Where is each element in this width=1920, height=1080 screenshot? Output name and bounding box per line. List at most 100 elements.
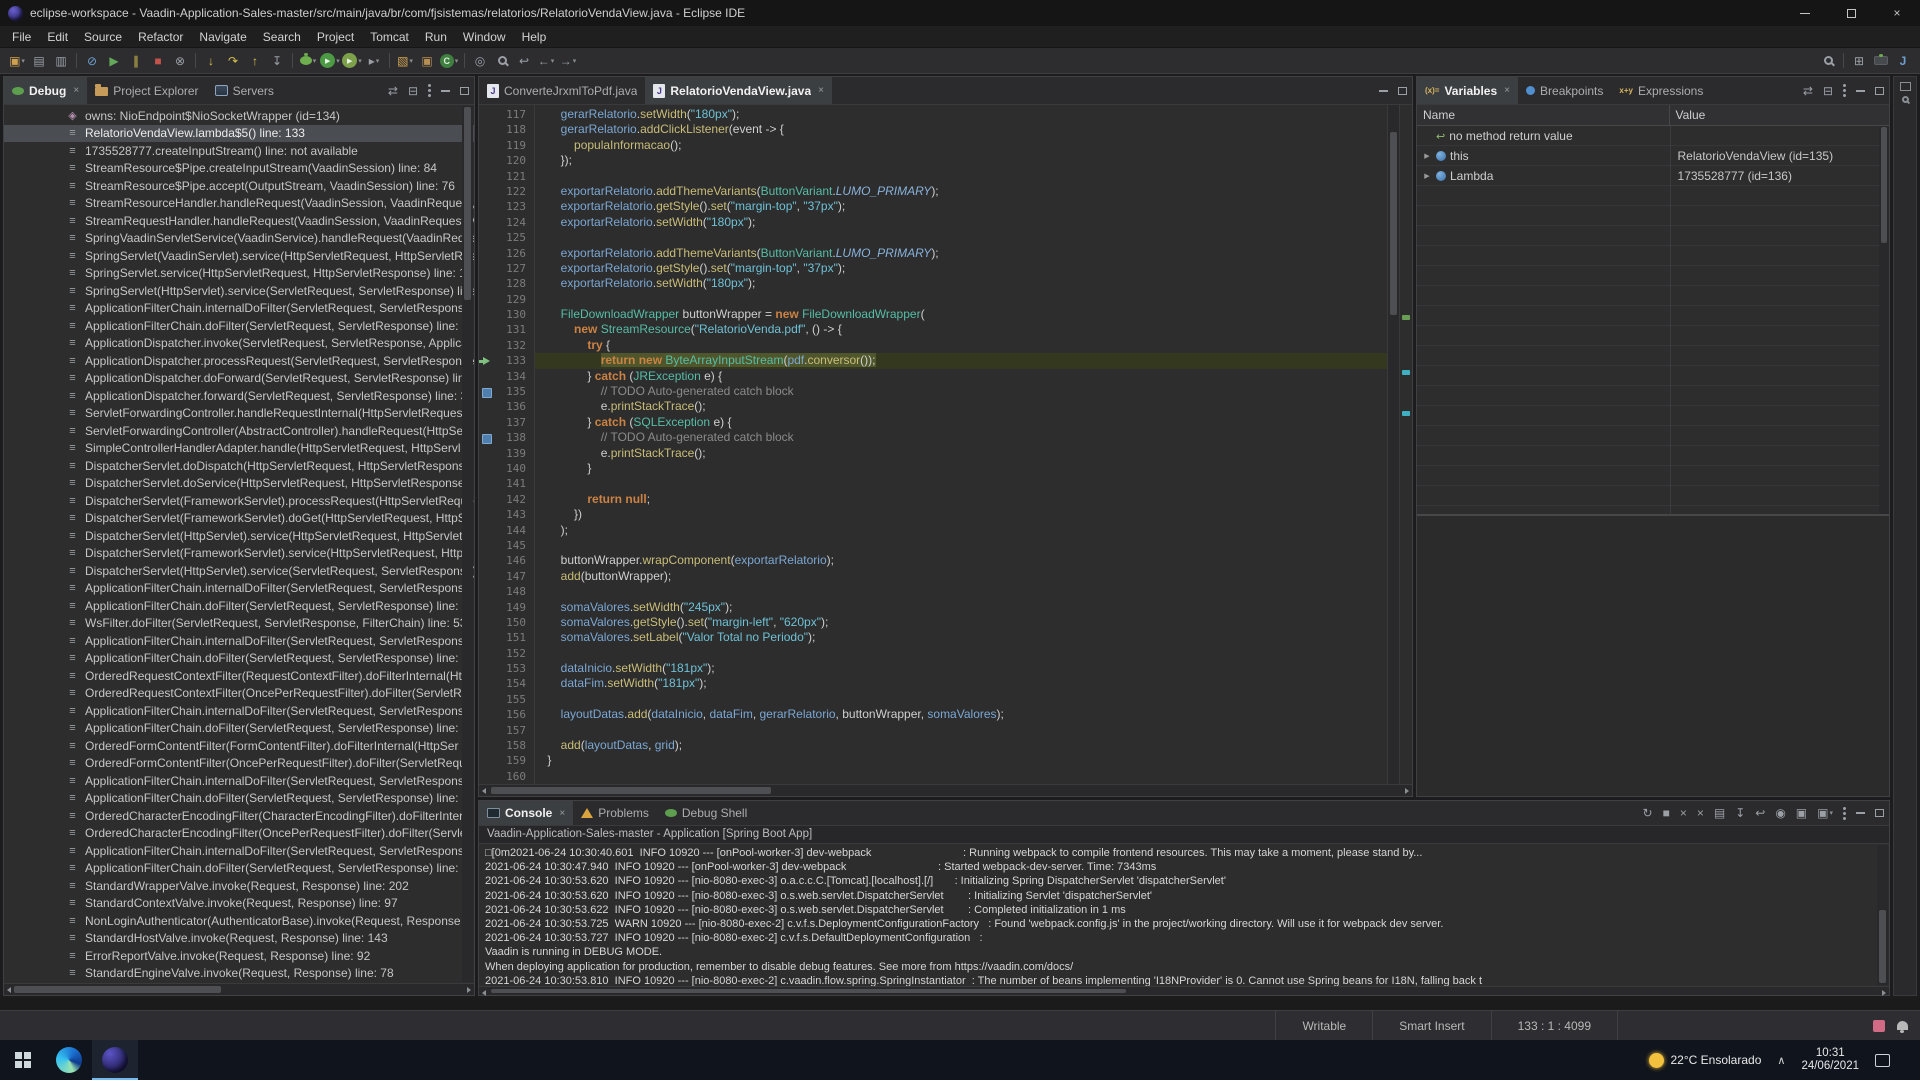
code-line[interactable]: 121	[479, 169, 1387, 184]
toolbar-search-icon[interactable]	[1817, 50, 1839, 72]
line-number[interactable]: 125	[494, 230, 534, 245]
code-line[interactable]: 138 // TODO Auto-generated catch block	[479, 430, 1387, 445]
code-line[interactable]: 125	[479, 230, 1387, 245]
line-number[interactable]: 158	[494, 738, 534, 753]
code-line[interactable]: 143 })	[479, 507, 1387, 522]
line-number[interactable]: 140	[494, 461, 534, 476]
open-console-icon[interactable]: ▣▾	[1817, 806, 1833, 820]
line-number[interactable]: 119	[494, 138, 534, 153]
line-number[interactable]: 121	[494, 169, 534, 184]
toolbar-external-tools-icon[interactable]: ▸▾	[363, 50, 385, 72]
show-logical-structure-icon[interactable]: ⇄	[388, 84, 398, 98]
hidden-icons-chevron[interactable]: ∧	[1777, 1054, 1785, 1067]
debug-panel-vscrollbar[interactable]	[462, 106, 473, 982]
code-line[interactable]: 147 add(buttonWrapper);	[479, 569, 1387, 584]
line-number[interactable]: 153	[494, 661, 534, 676]
tab-servers[interactable]: Servers	[207, 77, 282, 104]
tab-relatoriovendaview-java[interactable]: JRelatorioVendaView.java×	[645, 77, 832, 104]
expander-icon[interactable]: ▶	[1422, 152, 1432, 160]
stack-frame[interactable]: ≡StreamResource$Pipe.accept(OutputStream…	[4, 177, 474, 195]
line-number[interactable]: 152	[494, 646, 534, 661]
notifications-bell-icon[interactable]	[1897, 1021, 1908, 1030]
code-line[interactable]: 120 });	[479, 153, 1387, 168]
collapse-all-icon[interactable]: ⊟	[1823, 84, 1833, 98]
stack-frame[interactable]: ≡StreamResource$Pipe.createInputStream(V…	[4, 160, 474, 178]
progress-indicator-icon[interactable]	[1873, 1020, 1885, 1032]
code-line[interactable]: 124 exportarRelatorio.setWidth("180px");	[479, 215, 1387, 230]
toolbar-new-java-project-icon[interactable]: ▧▾	[394, 50, 416, 72]
stack-frame[interactable]: ≡DispatcherServlet(FrameworkServlet).doG…	[4, 510, 474, 528]
stack-frame[interactable]: ≡ErrorReportValve.invoke(Request, Respon…	[4, 947, 474, 965]
debug-stack-list[interactable]: ◈owns: NioEndpoint$NioSocketWrapper (id=…	[4, 105, 474, 983]
toolbar-coverage-icon[interactable]: ▶▾	[341, 50, 363, 72]
hscrollbar-thumb[interactable]	[491, 787, 771, 794]
variables-tree[interactable]: ↩no method return value▶thisRelatorioVen…	[1417, 126, 1889, 514]
taskbar-eclipse-button[interactable]	[92, 1040, 138, 1080]
code-line[interactable]: 145	[479, 538, 1387, 553]
code-line[interactable]: 148	[479, 584, 1387, 599]
line-number[interactable]: 127	[494, 261, 534, 276]
tab-project-explorer[interactable]: Project Explorer	[87, 77, 206, 104]
variables-row[interactable]: ↩no method return value	[1417, 126, 1889, 146]
line-number[interactable]: 118	[494, 122, 534, 137]
stack-frame[interactable]: ≡SpringServlet(HttpServlet).service(Serv…	[4, 282, 474, 300]
line-number[interactable]: 146	[494, 553, 534, 568]
view-menu-icon[interactable]	[428, 89, 431, 92]
stack-frame[interactable]: ≡StreamRequestHandler.handleRequest(Vaad…	[4, 212, 474, 230]
variables-row[interactable]: ▶Lambda1735528777 (id=136)	[1417, 166, 1889, 186]
line-number[interactable]: 122	[494, 184, 534, 199]
code-line[interactable]: 119 populaInformacao();	[479, 138, 1387, 153]
menu-edit[interactable]: Edit	[39, 27, 76, 47]
stack-frame[interactable]: ≡StreamResourceHandler.handleRequest(Vaa…	[4, 195, 474, 213]
instruction-pointer-icon[interactable]	[479, 353, 494, 368]
line-number[interactable]: 160	[494, 769, 534, 784]
line-number[interactable]: 141	[494, 476, 534, 491]
stack-frame[interactable]: ≡SpringServlet(VaadinServlet).service(Ht…	[4, 247, 474, 265]
menu-window[interactable]: Window	[455, 27, 514, 47]
line-number[interactable]: 129	[494, 292, 534, 307]
maximize-view-icon[interactable]	[460, 87, 469, 95]
toolbar-suspend-icon[interactable]: ∥	[125, 50, 147, 72]
menu-source[interactable]: Source	[76, 27, 130, 47]
toolbar-save-icon[interactable]: ▤	[28, 50, 50, 72]
line-number[interactable]: 144	[494, 523, 534, 538]
line-number[interactable]: 142	[494, 492, 534, 507]
code-line[interactable]: 128 exportarRelatorio.setWidth("180px");	[479, 276, 1387, 291]
fastview-minimized-view-icon[interactable]	[1902, 96, 1909, 103]
line-number[interactable]: 147	[494, 569, 534, 584]
stack-frame[interactable]: ≡DispatcherServlet.doDispatch(HttpServle…	[4, 457, 474, 475]
code-line[interactable]: 122 exportarRelatorio.addThemeVariants(B…	[479, 184, 1387, 199]
stack-frame[interactable]: ≡1735528777.createInputStream() line: no…	[4, 142, 474, 160]
stack-frame[interactable]: ≡ApplicationFilterChain.internalDoFilter…	[4, 772, 474, 790]
toolbar-forward-icon[interactable]: →▾	[557, 50, 579, 72]
minimize-view-icon[interactable]	[1379, 90, 1388, 92]
line-number[interactable]: 139	[494, 446, 534, 461]
code-line[interactable]: 152	[479, 646, 1387, 661]
ruler-mark[interactable]	[1402, 411, 1410, 416]
toolbar-java-perspective-icon[interactable]: J	[1892, 50, 1914, 72]
stack-frame[interactable]: ◈owns: NioEndpoint$NioSocketWrapper (id=…	[4, 107, 474, 125]
stack-frame[interactable]: ≡RelatorioVendaView.lambda$5() line: 133	[4, 125, 474, 143]
line-number[interactable]: 156	[494, 707, 534, 722]
weather-widget[interactable]: 22°C Ensolarado	[1649, 1053, 1762, 1068]
toolbar-last-edit-icon[interactable]: ↩	[513, 50, 535, 72]
code-line[interactable]: 157	[479, 723, 1387, 738]
line-number[interactable]: 135	[494, 384, 534, 399]
menu-project[interactable]: Project	[309, 27, 362, 47]
stack-frame[interactable]: ≡OrderedFormContentFilter(FormContentFil…	[4, 737, 474, 755]
stack-frame[interactable]: ≡ApplicationFilterChain.internalDoFilter…	[4, 580, 474, 598]
tab-debug[interactable]: Debug×	[4, 77, 87, 104]
editor-hscrollbar[interactable]	[479, 784, 1412, 796]
code-line[interactable]: 137 } catch (SQLException e) {	[479, 415, 1387, 430]
code-line[interactable]: 142 return null;	[479, 492, 1387, 507]
stack-frame[interactable]: ≡ApplicationDispatcher.processRequest(Se…	[4, 352, 474, 370]
stack-frame[interactable]: ≡ApplicationDispatcher.forward(ServletRe…	[4, 387, 474, 405]
code-line[interactable]: 153 dataInicio.setWidth("181px");	[479, 661, 1387, 676]
minimize-view-icon[interactable]	[1856, 90, 1865, 92]
minimize-window-button[interactable]	[1782, 0, 1828, 26]
line-number[interactable]: 159	[494, 753, 534, 768]
menu-tomcat[interactable]: Tomcat	[362, 27, 417, 47]
line-number[interactable]: 143	[494, 507, 534, 522]
stack-frame[interactable]: ≡ApplicationDispatcher.invoke(ServletReq…	[4, 335, 474, 353]
restart-console-icon[interactable]: ↻	[1643, 806, 1653, 820]
